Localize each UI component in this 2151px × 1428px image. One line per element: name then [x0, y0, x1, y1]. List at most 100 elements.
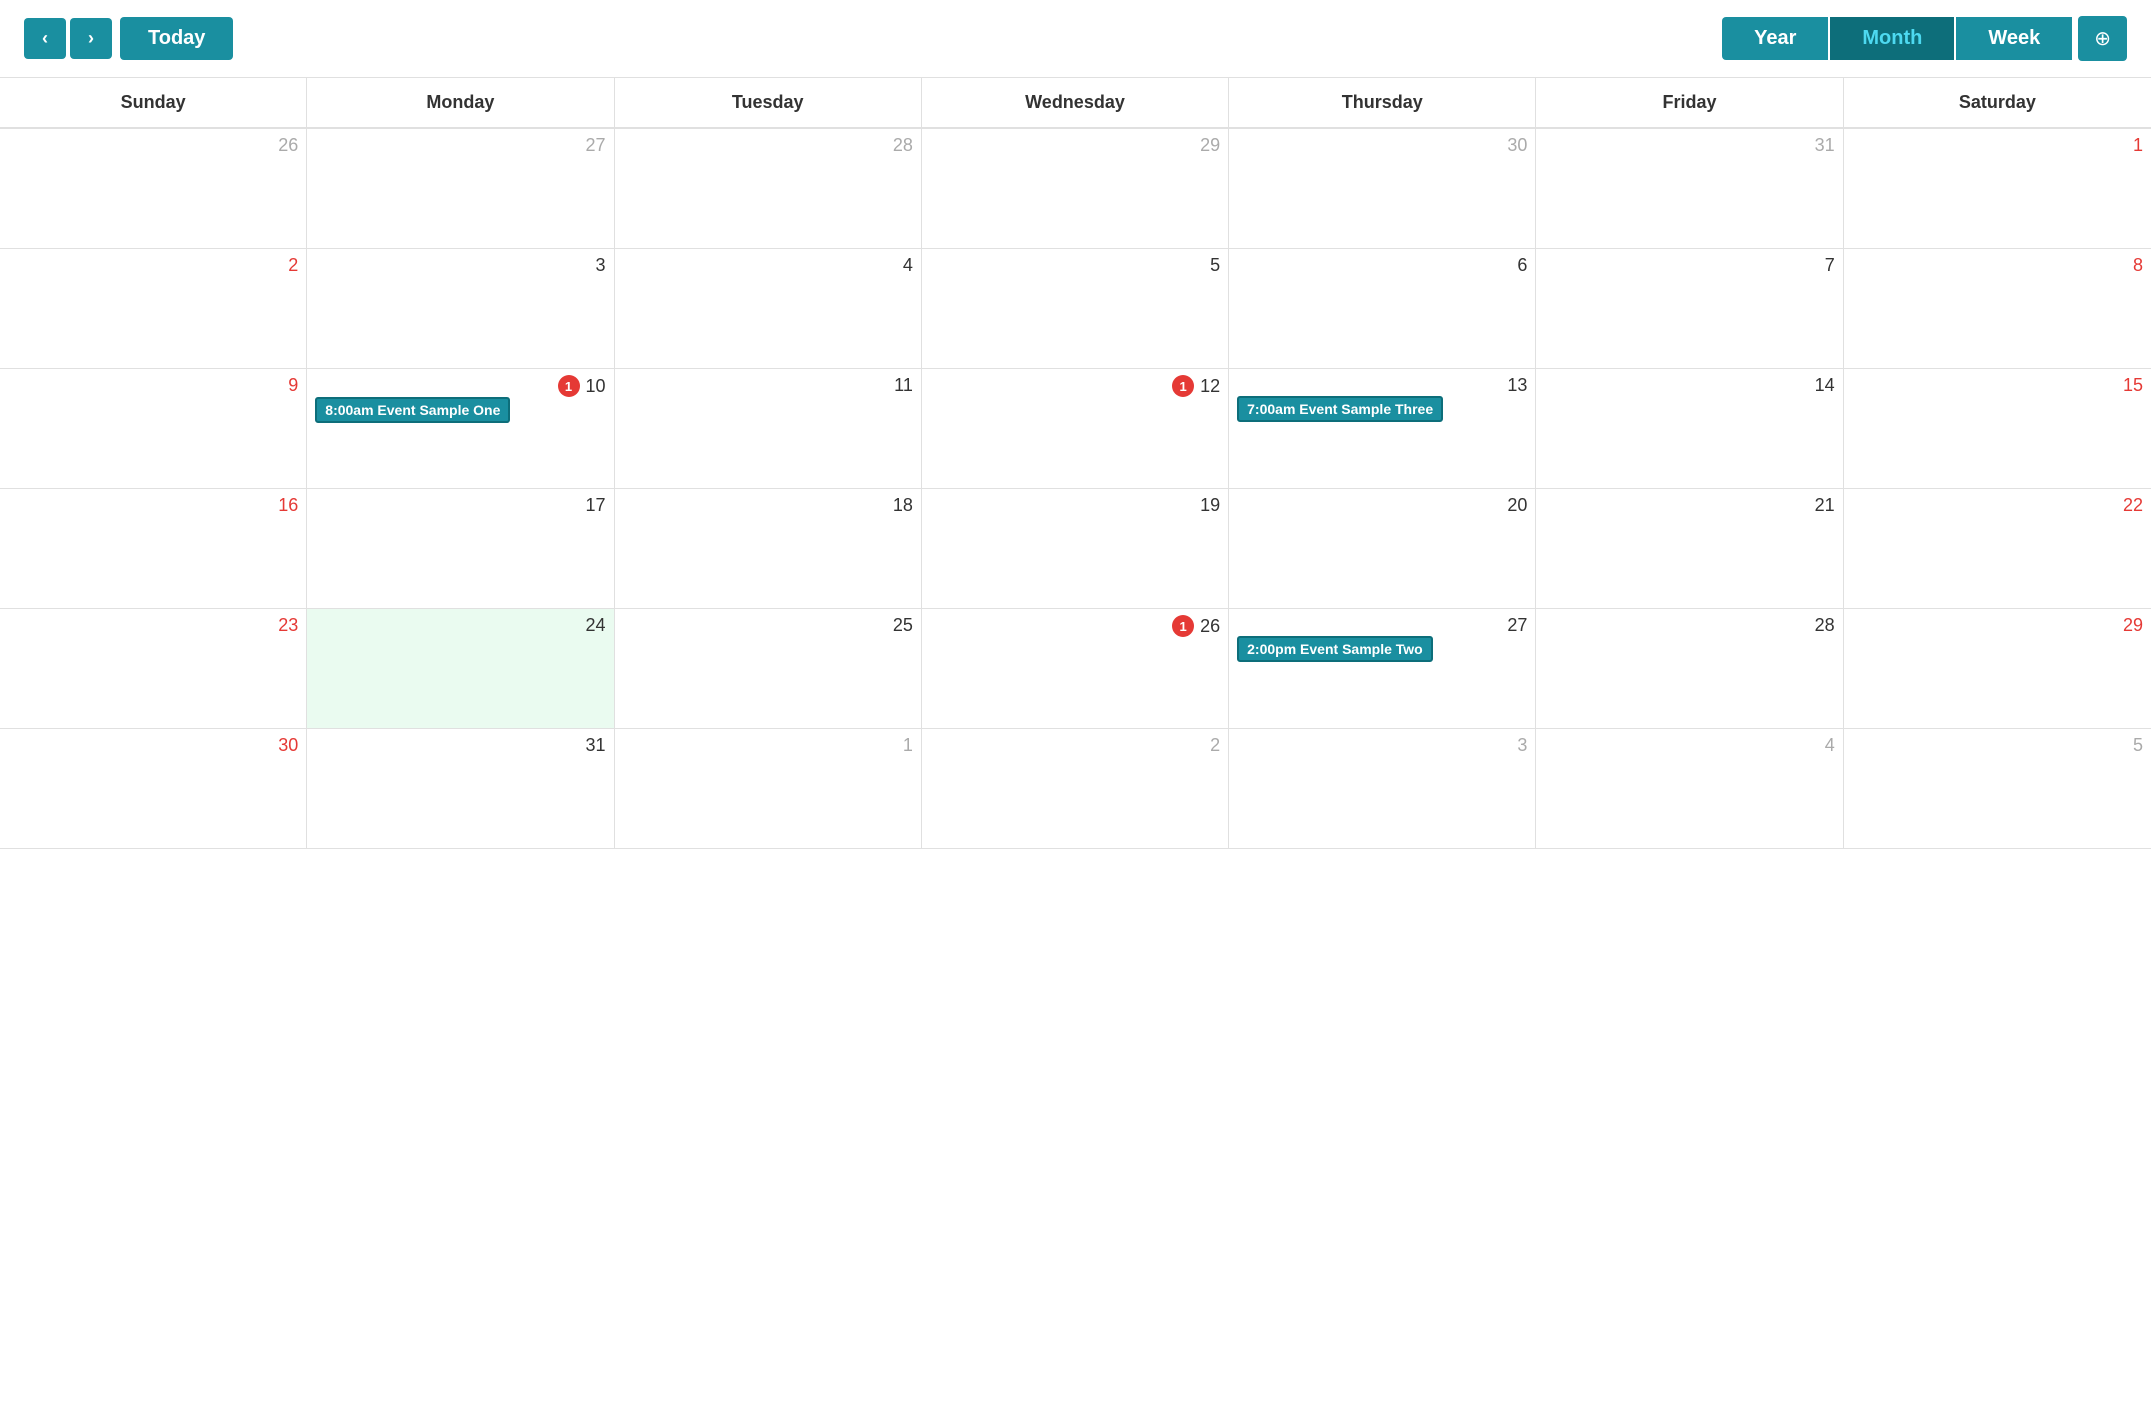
day-number: 20 — [1507, 495, 1527, 516]
day-number: 18 — [893, 495, 913, 516]
calendar-cell: 17 — [307, 489, 614, 609]
calendar-cell: 27 2:00pm Event Sample Two — [1229, 609, 1536, 729]
calendar-cell: 1 10 8:00am Event Sample One — [307, 369, 614, 489]
calendar-cell: 9 — [0, 369, 307, 489]
day-number: 30 — [1507, 135, 1527, 156]
calendar-cell: 13 7:00am Event Sample Three — [1229, 369, 1536, 489]
calendar-cell: 29 — [1844, 609, 2151, 729]
day-number: 16 — [278, 495, 298, 516]
calendar-cell: 8 — [1844, 249, 2151, 369]
header-saturday: Saturday — [1844, 78, 2151, 127]
day-number: 29 — [2123, 615, 2143, 636]
top-bar: ‹ › Today Year Month Week ⊕ — [0, 0, 2151, 78]
day-number: 31 — [1815, 135, 1835, 156]
calendar-cell: 1 12 — [922, 369, 1229, 489]
calendar-cell: 23 — [0, 609, 307, 729]
year-view-button[interactable]: Year — [1722, 17, 1828, 60]
calendar-cell: 14 — [1536, 369, 1843, 489]
day-number: 26 — [1200, 616, 1220, 637]
day-number: 2 — [1210, 735, 1220, 756]
calendar-cell: 16 — [0, 489, 307, 609]
day-number: 4 — [1825, 735, 1835, 756]
calendar-cell: 11 — [615, 369, 922, 489]
week-view-button[interactable]: Week — [1956, 17, 2072, 60]
calendar-cell: 30 — [0, 729, 307, 849]
calendar-cell: 2 — [922, 729, 1229, 849]
prev-button[interactable]: ‹ — [24, 18, 66, 59]
calendar-cell: 18 — [615, 489, 922, 609]
day-number: 30 — [278, 735, 298, 756]
event-chip[interactable]: 8:00am Event Sample One — [315, 397, 510, 423]
calendar-cell: 31 — [1536, 129, 1843, 249]
calendar-cell: 4 — [615, 249, 922, 369]
calendar-cell: 5 — [1844, 729, 2151, 849]
day-number: 3 — [596, 255, 606, 276]
left-controls: ‹ › Today — [24, 17, 233, 60]
day-number: 5 — [2133, 735, 2143, 756]
day-number: 14 — [1815, 375, 1835, 396]
event-badge: 1 — [1172, 375, 1194, 397]
calendar-cell: 27 — [307, 129, 614, 249]
calendar-cell: 15 — [1844, 369, 2151, 489]
calendar-cell: 2 — [0, 249, 307, 369]
day-number: 27 — [1507, 615, 1527, 636]
header-friday: Friday — [1536, 78, 1843, 127]
calendar-cell: 31 — [307, 729, 614, 849]
day-number: 25 — [893, 615, 913, 636]
today-button[interactable]: Today — [120, 17, 233, 60]
calendar-cell: 26 — [0, 129, 307, 249]
event-chip[interactable]: 7:00am Event Sample Three — [1237, 396, 1443, 422]
calendar-cell: 6 — [1229, 249, 1536, 369]
calendar-cell: 1 — [615, 729, 922, 849]
calendar-cell: 3 — [1229, 729, 1536, 849]
day-number: 23 — [278, 615, 298, 636]
day-number: 28 — [893, 135, 913, 156]
next-button[interactable]: › — [70, 18, 112, 59]
header-monday: Monday — [307, 78, 614, 127]
day-number: 31 — [586, 735, 606, 756]
day-number: 4 — [903, 255, 913, 276]
header-tuesday: Tuesday — [615, 78, 922, 127]
calendar-cell: 29 — [922, 129, 1229, 249]
calendar-cell: 20 — [1229, 489, 1536, 609]
day-number: 3 — [1517, 735, 1527, 756]
day-number: 13 — [1507, 375, 1527, 396]
header-thursday: Thursday — [1229, 78, 1536, 127]
month-view-button[interactable]: Month — [1830, 17, 1954, 60]
calendar-cell: 30 — [1229, 129, 1536, 249]
calendar-cell: 1 26 — [922, 609, 1229, 729]
day-number: 6 — [1517, 255, 1527, 276]
day-number: 9 — [288, 375, 298, 396]
header-wednesday: Wednesday — [922, 78, 1229, 127]
day-number: 15 — [2123, 375, 2143, 396]
calendar-grid: 2627282930311234567891108:00am Event Sam… — [0, 129, 2151, 849]
event-badge: 1 — [558, 375, 580, 397]
day-number: 8 — [2133, 255, 2143, 276]
day-number: 12 — [1200, 376, 1220, 397]
day-number: 19 — [1200, 495, 1220, 516]
day-number: 11 — [894, 375, 913, 396]
day-headers: Sunday Monday Tuesday Wednesday Thursday… — [0, 78, 2151, 129]
calendar-cell: 3 — [307, 249, 614, 369]
day-number: 5 — [1210, 255, 1220, 276]
day-number: 28 — [1815, 615, 1835, 636]
download-button[interactable]: ⊕ — [2078, 16, 2127, 61]
event-badge: 1 — [1172, 615, 1194, 637]
day-number: 29 — [1200, 135, 1220, 156]
right-controls: Year Month Week ⊕ — [1722, 16, 2127, 61]
day-number: 27 — [586, 135, 606, 156]
calendar-cell: 28 — [615, 129, 922, 249]
day-number: 2 — [288, 255, 298, 276]
header-sunday: Sunday — [0, 78, 307, 127]
event-chip[interactable]: 2:00pm Event Sample Two — [1237, 636, 1433, 662]
calendar-cell: 28 — [1536, 609, 1843, 729]
day-number: 21 — [1815, 495, 1835, 516]
day-number: 7 — [1825, 255, 1835, 276]
day-number: 10 — [586, 376, 606, 397]
calendar-cell: 5 — [922, 249, 1229, 369]
calendar-cell: 25 — [615, 609, 922, 729]
calendar-cell: 21 — [1536, 489, 1843, 609]
calendar-cell: 19 — [922, 489, 1229, 609]
day-number: 1 — [903, 735, 913, 756]
calendar: Sunday Monday Tuesday Wednesday Thursday… — [0, 78, 2151, 849]
